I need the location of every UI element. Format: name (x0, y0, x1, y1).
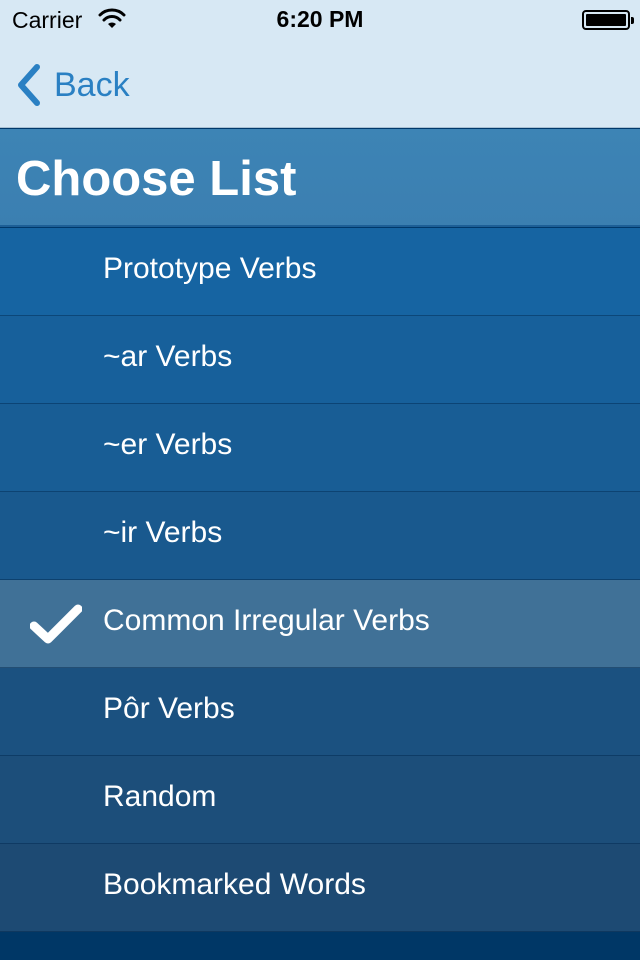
list-item[interactable]: Pôr Verbs (0, 668, 640, 756)
list-item-label: Common Irregular Verbs (103, 604, 430, 637)
list-item[interactable]: Prototype Verbs (0, 228, 640, 316)
list-item-label: Random (103, 780, 217, 813)
battery-fill (586, 14, 626, 26)
navigation-bar: Back (0, 40, 640, 128)
list-header: Choose List (0, 129, 640, 227)
list-item[interactable]: ~er Verbs (0, 404, 640, 492)
chevron-left-icon (18, 64, 40, 106)
list-item-label: Prototype Verbs (103, 252, 317, 285)
list-item[interactable]: Random (0, 756, 640, 844)
list-item-label: ~ir Verbs (103, 516, 223, 549)
back-button[interactable]: Back (14, 62, 130, 108)
status-bar: Carrier 6:20 PM (0, 0, 640, 40)
bottom-background (0, 932, 640, 960)
list-item-label: ~er Verbs (103, 428, 233, 461)
page-title: Choose List (16, 152, 297, 206)
status-time: 6:20 PM (276, 6, 364, 32)
list-item-label: Bookmarked Words (103, 868, 366, 901)
list-item-label: ~ar Verbs (103, 340, 233, 373)
list-item[interactable]: ~ir Verbs (0, 492, 640, 580)
list-item-label: Pôr Verbs (103, 692, 235, 725)
list-item[interactable]: ~ar Verbs (0, 316, 640, 404)
checkmark-icon (30, 604, 82, 644)
back-label: Back (54, 65, 130, 104)
verb-list: Prototype Verbs ~ar Verbs ~er Verbs ~ir Ver… (0, 228, 640, 932)
list-item[interactable]: Bookmarked Words (0, 844, 640, 932)
battery-icon (582, 10, 634, 30)
list-item[interactable]: Common Irregular Verbs (0, 580, 640, 668)
